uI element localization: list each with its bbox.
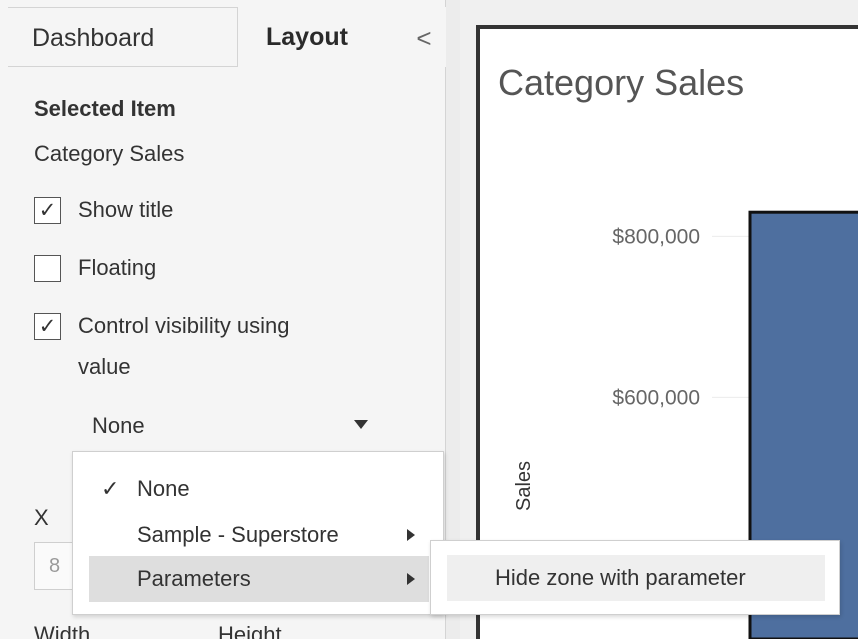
pane-tabs: Dashboard Layout < xyxy=(0,0,446,72)
show-title-option[interactable]: ✓ Show title xyxy=(34,194,173,226)
floating-option[interactable]: Floating xyxy=(34,252,156,284)
show-title-checkbox[interactable]: ✓ xyxy=(34,196,61,224)
menu-item-none[interactable]: ✓ None xyxy=(89,466,429,512)
visibility-value-select[interactable]: None xyxy=(78,404,382,452)
caret-down-icon xyxy=(354,420,368,429)
menu-item-label: None xyxy=(137,476,190,501)
height-label: Height xyxy=(218,622,282,639)
visibility-menu: ✓ None Sample - Superstore Parameters xyxy=(72,451,444,615)
y-tick-label: $800,000 xyxy=(612,225,700,248)
submenu-arrow-icon xyxy=(407,529,415,541)
y-tick-label: $600,000 xyxy=(612,386,700,409)
tab-dashboard[interactable]: Dashboard xyxy=(8,7,238,67)
floating-label: Floating xyxy=(78,255,157,280)
menu-item-label: Sample - Superstore xyxy=(137,522,339,547)
control-visibility-checkbox[interactable]: ✓ xyxy=(34,312,61,340)
parameters-submenu: Hide zone with parameter xyxy=(430,540,840,615)
control-visibility-label-cont: value xyxy=(78,354,131,379)
checkmark-icon: ✓ xyxy=(38,314,57,338)
x-position-label: X xyxy=(34,505,49,530)
menu-item-hide-zone-with-parameter[interactable]: Hide zone with parameter xyxy=(447,555,825,601)
visibility-value-text: None xyxy=(92,413,145,438)
menu-item-label: Parameters xyxy=(137,566,251,591)
width-label: Width xyxy=(34,622,91,639)
submenu-arrow-icon xyxy=(407,573,415,585)
tab-divider xyxy=(8,66,238,67)
floating-checkbox[interactable] xyxy=(34,254,61,282)
selected-item-heading: Selected Item xyxy=(34,96,176,121)
menu-item-sample-superstore[interactable]: Sample - Superstore xyxy=(89,512,429,558)
checkmark-icon: ✓ xyxy=(101,476,120,501)
menu-item-parameters[interactable]: Parameters xyxy=(89,556,429,602)
control-visibility-option[interactable]: ✓ Control visibility using xyxy=(34,310,290,342)
y-axis-label: Sales xyxy=(513,461,535,511)
selected-item-name: Category Sales xyxy=(34,141,185,166)
control-visibility-label: Control visibility using xyxy=(78,313,290,338)
checkmark-icon: ✓ xyxy=(38,198,57,222)
show-title-label: Show title xyxy=(78,197,174,222)
zone-title: Category Sales xyxy=(498,62,745,103)
chevron-left-icon[interactable]: < xyxy=(410,24,438,52)
